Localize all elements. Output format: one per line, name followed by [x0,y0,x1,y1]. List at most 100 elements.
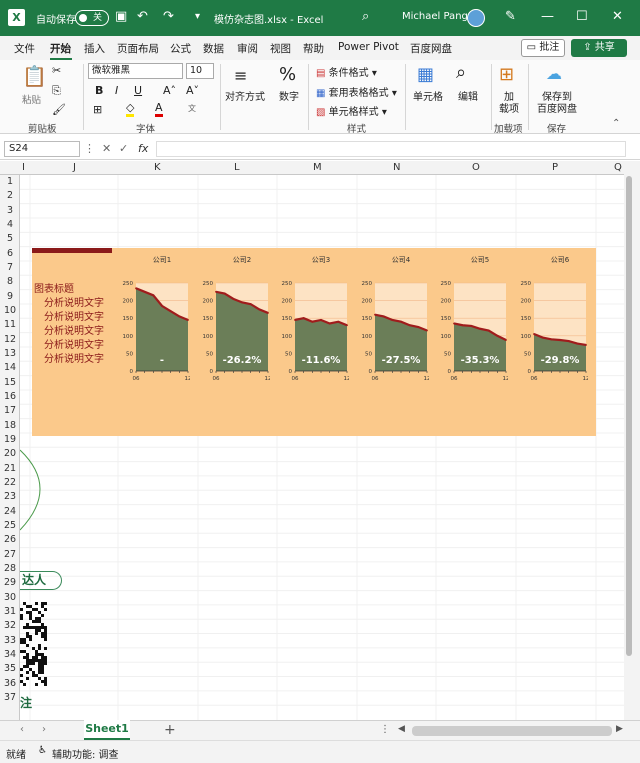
scroll-thumb[interactable] [626,176,632,656]
cut-icon[interactable]: ✂ [52,64,61,77]
prev-sheet-icon[interactable]: ‹ [20,724,24,735]
row-header[interactable]: 10 [0,305,20,316]
column-header[interactable]: O [472,162,480,173]
label-daren[interactable]: 达人 [20,571,62,590]
analysis-text[interactable]: 分析说明文字 [44,336,104,351]
column-header[interactable]: I [22,162,25,173]
fill-color-icon[interactable]: ◇ [126,101,135,117]
next-sheet-icon[interactable]: › [42,724,46,735]
tab-options-icon[interactable]: ⋮ [380,724,390,735]
row-header[interactable]: 34 [0,649,20,660]
tab-page-layout[interactable]: 页面布局 [117,41,159,56]
row-header[interactable]: 31 [0,606,20,617]
add-sheet-icon[interactable]: + [164,722,176,738]
user-name[interactable]: Michael Pang [402,11,468,22]
row-header[interactable]: 13 [0,348,20,359]
bold-icon[interactable]: B [95,84,103,97]
tab-help[interactable]: 帮助 [303,41,324,56]
increase-font-icon[interactable]: A˄ [163,84,176,97]
horizontal-scrollbar[interactable] [412,726,612,736]
tab-view[interactable]: 视图 [270,41,291,56]
row-header[interactable]: 20 [0,448,20,459]
row-header[interactable]: 15 [0,377,20,388]
row-header[interactable]: 6 [0,248,20,259]
accessibility-icon[interactable]: ♿ [38,745,47,756]
row-header[interactable]: 35 [0,663,20,674]
row-header[interactable]: 21 [0,463,20,474]
save-icon[interactable]: ▣ [115,9,127,25]
namebox-more-icon[interactable]: ⋮ [84,142,95,155]
row-header[interactable]: 5 [0,233,20,244]
hscroll-left-icon[interactable]: ◀ [398,724,405,734]
mini-chart-1[interactable]: 公司1 0 50 100 150 200 250 06 12 - [118,255,191,385]
cancel-icon[interactable]: ✕ [102,142,111,155]
edit-button[interactable]: 编辑 [458,88,478,103]
row-header[interactable]: 29 [0,577,20,588]
mini-chart-3[interactable]: 公司3 0 50 100 150 200 250 06 12 -11.6% [277,255,350,385]
mini-chart-5[interactable]: 公司5 0 50 100 150 200 250 06 12 -35.3% [436,255,509,385]
row-header[interactable]: 18 [0,420,20,431]
row-header[interactable]: 19 [0,434,20,445]
function-icon[interactable]: fx [138,142,148,155]
row-header[interactable]: 16 [0,391,20,402]
underline-icon[interactable]: U [134,84,142,97]
table-format-button[interactable]: ▦ 套用表格格式 ▾ [316,84,397,99]
avatar[interactable] [467,9,485,27]
chart-title[interactable]: 图表标题 [34,280,74,295]
shape-arc[interactable] [20,448,52,532]
close-icon[interactable]: ✕ [612,9,623,25]
analysis-text[interactable]: 分析说明文字 [44,322,104,337]
accessibility-status[interactable]: 辅助功能: 调查 [52,746,119,761]
tab-file[interactable]: 文件 [14,41,35,56]
qr-code-icon[interactable] [20,602,48,686]
customize-qat-icon[interactable]: ▾ [195,9,200,25]
tab-power-pivot[interactable]: Power Pivot [338,41,399,53]
pen-icon[interactable]: ✎ [505,9,516,25]
number-button[interactable]: 数字 [279,88,299,103]
search-icon[interactable]: ⌕ [362,9,369,25]
column-header[interactable]: L [234,162,240,173]
formula-input[interactable] [156,141,626,157]
row-header[interactable]: 1 [0,176,20,187]
analysis-text[interactable]: 分析说明文字 [44,294,104,309]
row-header[interactable]: 27 [0,549,20,560]
row-header[interactable]: 12 [0,334,20,345]
copy-icon[interactable]: ⎘ [52,84,61,98]
row-header[interactable]: 14 [0,362,20,373]
tab-review[interactable]: 审阅 [237,41,258,56]
tab-formulas[interactable]: 公式 [170,41,191,56]
minimize-icon[interactable]: — [541,9,554,25]
row-header[interactable]: 37 [0,692,20,703]
label-zhu[interactable]: 注 [20,694,32,711]
analysis-text[interactable]: 分析说明文字 [44,308,104,323]
row-header[interactable]: 28 [0,563,20,574]
italic-icon[interactable]: I [115,84,118,97]
row-header[interactable]: 17 [0,405,20,416]
decrease-font-icon[interactable]: A˅ [186,84,199,97]
comment-button[interactable]: ▭ 批注 [521,39,565,57]
row-header[interactable]: 30 [0,592,20,603]
font-size-select[interactable]: 10 [186,63,214,79]
autosave-toggle[interactable]: 关 [75,10,109,26]
row-header[interactable]: 8 [0,276,20,287]
cells-button[interactable]: 单元格 [413,88,443,103]
enter-icon[interactable]: ✓ [119,142,128,155]
column-header[interactable]: J [73,162,76,173]
row-header[interactable]: 36 [0,678,20,689]
redo-icon[interactable]: ↷ [163,9,174,25]
baidu-cloud-icon[interactable]: ☁ [546,64,562,83]
paste-button[interactable]: 粘贴 [22,92,41,106]
row-header[interactable]: 32 [0,620,20,631]
save-baidu-line2[interactable]: 百度网盘 [537,100,577,115]
search-edit-icon[interactable]: ⌕ [456,62,466,83]
addin-icon[interactable]: ⊞ [499,64,514,85]
row-header[interactable]: 26 [0,534,20,545]
addin-button-line2[interactable]: 载项 [499,100,519,115]
tab-home[interactable]: 开始 [50,41,71,56]
align-icon[interactable]: ≡ [234,66,247,85]
sheet-tab-sheet1[interactable]: Sheet1 [84,720,130,740]
percent-icon[interactable]: % [279,64,296,85]
row-header[interactable]: 33 [0,635,20,646]
column-header[interactable]: M [313,162,322,173]
row-header[interactable]: 24 [0,506,20,517]
